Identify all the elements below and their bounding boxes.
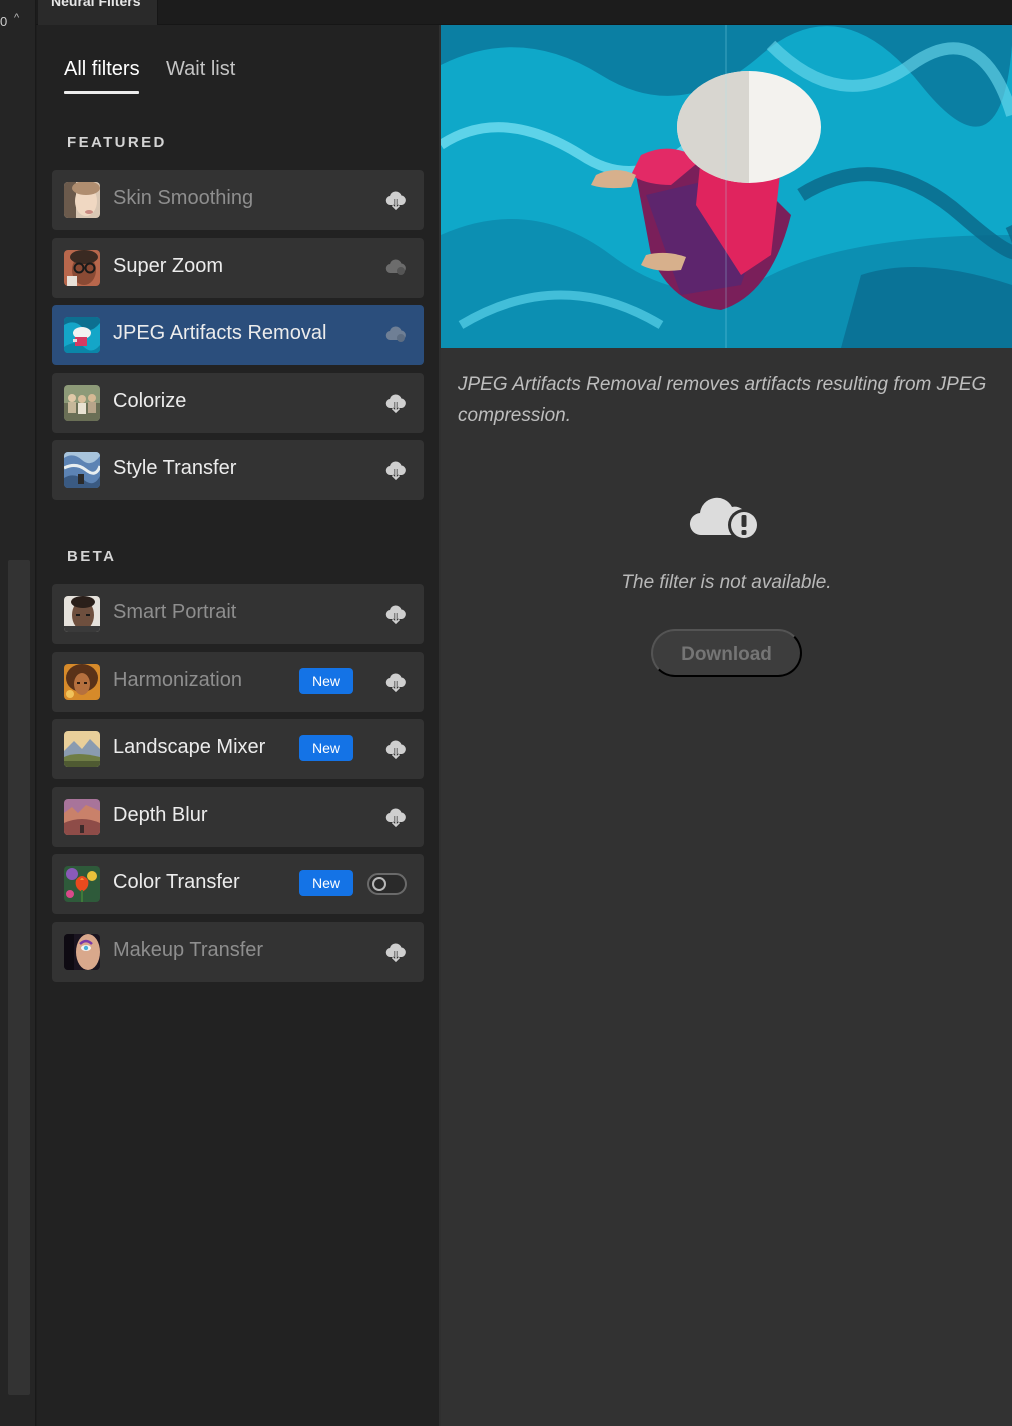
turquoise-thumb [64,317,100,353]
filter-item-jpeg-artifacts-removal[interactable]: JPEG Artifacts Removal [52,305,424,365]
cloud-download-icon[interactable] [384,737,408,761]
new-badge: New [299,735,353,761]
filter-name: Smart Portrait [113,601,237,623]
filter-item-skin-smoothing[interactable]: Skin Smoothing [52,170,424,230]
makeup-thumb [64,934,100,970]
filter-detail-panel: JPEG Artifacts Removal removes artifacts… [441,25,1012,1426]
status-message: The filter is not available. [621,572,832,593]
filter-item-colorize[interactable]: Colorize [52,373,424,433]
filter-item-makeup-transfer[interactable]: Makeup Transfer [52,922,424,982]
filter-item-depth-blur[interactable]: Depth Blur [52,787,424,847]
filter-name: Colorize [113,390,187,412]
landscape-thumb [64,731,100,767]
portrait-thumb [64,596,100,632]
cloud-download-icon[interactable] [384,458,408,482]
tab-wait-list[interactable]: Wait list [166,58,235,81]
new-badge: New [299,870,353,896]
cloud-disabled-icon [384,323,408,347]
cloud-disabled-icon [384,256,408,280]
filter-description: JPEG Artifacts Removal removes artifacts… [458,374,987,426]
filter-item-harmonization[interactable]: Harmonization New [52,652,424,712]
golden-portrait-thumb [64,664,100,700]
cloud-download-icon[interactable] [384,670,408,694]
download-button[interactable]: Download [651,629,802,677]
filter-item-style-transfer[interactable]: Style Transfer [52,440,424,500]
section-beta-label: BETA [67,548,117,565]
cloud-download-icon[interactable] [384,391,408,415]
tab-all-filters[interactable]: All filters [64,58,140,81]
filters-sidebar: All filters Wait list FEATURED Skin Smoo… [37,25,439,1426]
flowers-thumb [64,866,100,902]
filter-name: Super Zoom [113,255,224,277]
cloud-download-icon[interactable] [384,805,408,829]
filter-item-landscape-mixer[interactable]: Landscape Mixer New [52,719,424,779]
toggle-knob [372,877,386,891]
group-photo-thumb [64,385,100,421]
filter-item-super-zoom[interactable]: Super Zoom [52,238,424,298]
toolbar-scrollbar[interactable] [8,560,30,1395]
filter-item-smart-portrait[interactable]: Smart Portrait [52,584,424,644]
filter-name: Color Transfer [113,871,240,893]
cloud-download-icon[interactable] [384,940,408,964]
cloud-warning-icon [688,485,764,545]
app-left-toolbar: 0 ^ [0,0,36,1426]
collapse-arrow-icon[interactable]: ^ [14,12,19,24]
filter-name: Harmonization [113,669,242,691]
panel-tab-bar [36,0,1012,25]
toolbar-fragment-text: 0 [0,14,8,29]
filter-name: Makeup Transfer [113,939,264,961]
face-thumb [64,182,100,218]
cloud-download-icon[interactable] [384,602,408,626]
enable-toggle[interactable] [367,873,407,895]
filter-item-color-transfer[interactable]: Color Transfer New [52,854,424,914]
glasses-face-thumb [64,250,100,286]
filter-name: Landscape Mixer [113,736,266,758]
canyon-thumb [64,799,100,835]
painting-thumb [64,452,100,488]
filter-name: Skin Smoothing [113,187,254,209]
panel-title: Neural Filters [51,0,141,9]
filter-name: Depth Blur [113,804,208,826]
section-featured-label: FEATURED [67,134,167,151]
panel-tab-neural-filters[interactable]: Neural Filters [38,0,158,25]
active-tab-indicator [64,91,139,94]
filter-name: JPEG Artifacts Removal [113,322,327,344]
cloud-download-icon[interactable] [384,188,408,212]
filter-name: Style Transfer [113,457,237,479]
before-after-preview-image [441,25,1012,348]
new-badge: New [299,668,353,694]
